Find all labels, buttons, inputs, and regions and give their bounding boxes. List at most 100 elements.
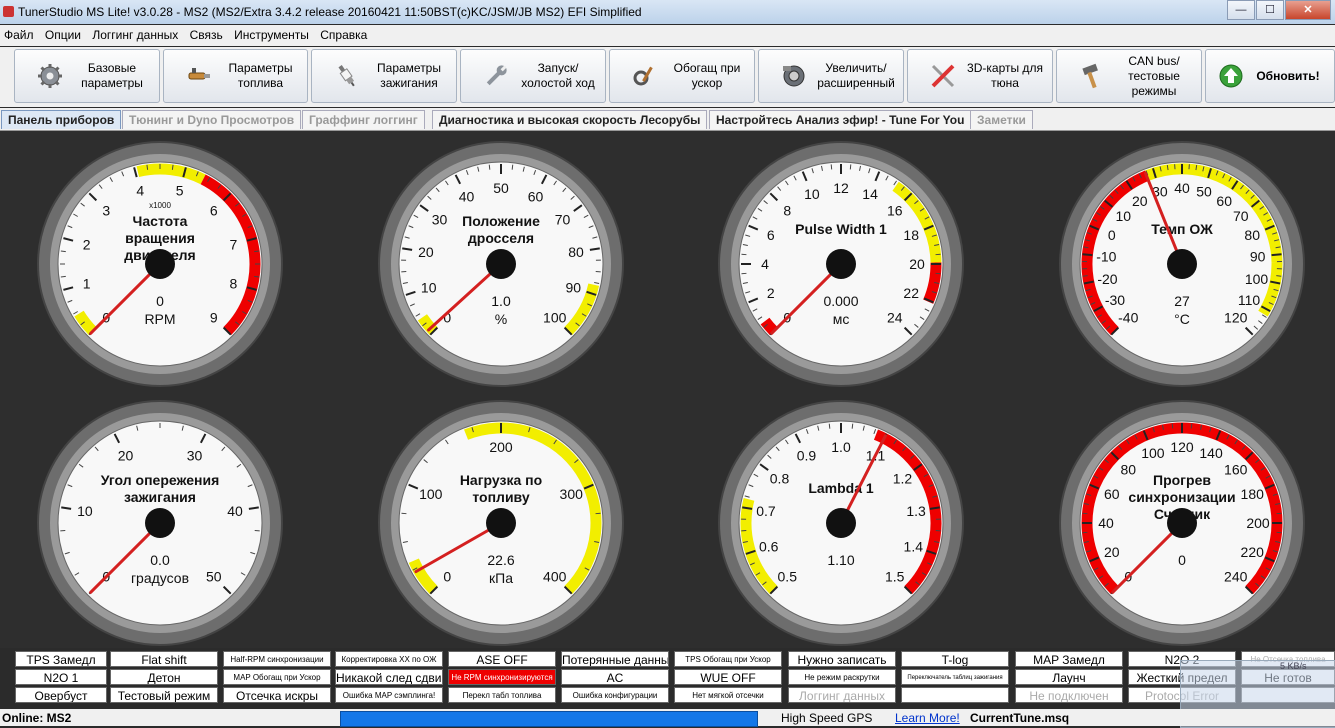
gauge-title: синхронизации [1128, 489, 1235, 505]
app-icon [3, 6, 14, 17]
gauge-minor-tick [489, 165, 490, 170]
close-button[interactable]: ✕ [1285, 0, 1331, 20]
gauge-tick-label: 30 [432, 211, 448, 227]
gauge-6: 0.50.60.70.80.91.01.11.21.31.41.5Lambda … [719, 401, 963, 645]
gauge-value: 1.10 [827, 552, 854, 568]
tab-diagnostics-loggers[interactable]: Диагностика и высокая скорость Лесорубы [432, 110, 707, 129]
startup-idle-button[interactable]: Запуск/ холостой ход [460, 49, 606, 103]
menu-datalog[interactable]: Логгинг данных [88, 25, 182, 46]
menu-help[interactable]: Справка [316, 25, 371, 46]
gauge-minor-tick [61, 251, 66, 252]
update-arrow-icon [1218, 63, 1244, 89]
ignition-settings-button[interactable]: Параметры зажигания [311, 49, 457, 103]
gauge-hub [826, 249, 856, 279]
gauge-units: мс [833, 311, 850, 327]
gauge-tick-label: 120 [1170, 439, 1194, 455]
gauge-title: топливу [472, 489, 529, 505]
tab-tuning-dyno[interactable]: Тюнинг и Dyno Просмотров [122, 110, 301, 129]
menu-file[interactable]: Файл [0, 25, 38, 46]
gauge-units: °C [1174, 311, 1190, 327]
gauge-tick-label: 80 [1244, 227, 1260, 243]
can-bus-test-button[interactable]: CAN bus/ тестовые режимы [1056, 49, 1202, 103]
gauge-tick-label: 1 [83, 276, 91, 292]
gauge-tick-label: 50 [1196, 183, 1212, 199]
menu-communications[interactable]: Связь [186, 25, 227, 46]
gauge-hub [145, 508, 175, 538]
indicator-light: Не режим раскрутки [788, 669, 896, 685]
screwdriver-icon [930, 63, 956, 89]
menu-options[interactable]: Опции [41, 25, 85, 46]
gauge-tick-label: 16 [887, 202, 903, 218]
gauge-tick-label: 100 [1245, 271, 1269, 287]
gauge-tick-label: 8 [783, 202, 791, 218]
tab-graphing-logging[interactable]: Граффинг логгинг [302, 110, 425, 129]
gauge-tick-label: 40 [459, 188, 475, 204]
gauge-value: 27 [1174, 293, 1190, 309]
learn-more-link[interactable]: Learn More! [895, 710, 960, 726]
gauge-tick-label: 30 [187, 447, 203, 463]
gauge-3: -40-30-20-100102030405060708090100110120… [1060, 142, 1304, 386]
gauge-value: 0 [156, 293, 164, 309]
gauge-hub [1167, 249, 1197, 279]
gauge-1: 0102030405060708090100Положениедросселя1… [379, 142, 623, 386]
gauge-tick-label: 0.5 [778, 569, 798, 585]
gauge-minor-tick [254, 251, 259, 252]
gauge-tick-label: 20 [1132, 193, 1148, 209]
gauge-tick-label: 60 [528, 188, 544, 204]
gauge-hub [486, 508, 516, 538]
indicator-light: Ошибка конфигурации [561, 687, 669, 703]
gauge-tick-label: 90 [565, 279, 581, 295]
gauge-value: 0 [1178, 552, 1186, 568]
gauge-value: 1.0 [491, 293, 511, 309]
gauge-tick-label: 1.5 [885, 569, 905, 585]
gauge-tick-label: 80 [1120, 461, 1136, 477]
indicator-light [901, 687, 1009, 703]
gauge-tick-label: 2 [767, 285, 775, 301]
gauge-tick-label: 180 [1241, 486, 1265, 502]
boost-advanced-button[interactable]: Увеличить/ расширенный [758, 49, 904, 103]
basic-settings-button[interactable]: Базовые параметры [14, 49, 160, 103]
gauge-title: зажигания [124, 489, 196, 505]
indicator-light: Half-RPM синхронизации [223, 651, 331, 667]
accel-enrich-button[interactable]: Обогащ при ускор [609, 49, 755, 103]
3d-tuning-maps-button[interactable]: 3D-карты для тюна [907, 49, 1053, 103]
tab-tune-analyze[interactable]: Настройтесь Анализ эфир! - Tune For You [709, 110, 971, 129]
gauge-hub [486, 249, 516, 279]
indicator-light: Тестовый режим [110, 687, 218, 703]
wrench-icon [483, 63, 509, 89]
gauge-tick-label: 70 [1233, 208, 1249, 224]
gauge-minor-tick [852, 424, 853, 429]
gauge-units: RPM [144, 311, 175, 327]
tab-dashboard[interactable]: Панель приборов [1, 110, 121, 129]
gauge-5: 0100200300400Нагрузка потопливу22.6кПа [379, 401, 623, 645]
gauge-tick-label: 240 [1224, 569, 1248, 585]
gauge-7: 020406080100120140160180200220240Прогрев… [1060, 401, 1304, 645]
gauge-tick-label: 120 [1224, 310, 1248, 326]
gauge-tick-label: 6 [767, 227, 775, 243]
gauge-value: 22.6 [487, 552, 514, 568]
gauge-tick-label: 3 [102, 202, 110, 218]
gauge-major-tick [1272, 254, 1282, 255]
gauge-tick-label: 220 [1241, 544, 1265, 560]
gauge-tick-label: 9 [210, 310, 218, 326]
tools-icon [632, 63, 658, 89]
minimize-button[interactable]: — [1227, 0, 1255, 20]
gauge-title: Темп ОЖ [1151, 221, 1213, 237]
gauge-tick-label: 0 [443, 569, 451, 585]
indicator-light: Детон [110, 669, 218, 685]
indicator-light: Лаунч [1015, 669, 1123, 685]
tab-notes[interactable]: Заметки [970, 110, 1033, 129]
update-button[interactable]: Обновить! [1205, 49, 1335, 103]
menu-tools[interactable]: Инструменты [230, 25, 313, 46]
gauge-tick-label: 20 [118, 447, 134, 463]
indicator-light: Потерянные данные [561, 651, 669, 667]
gauge-hub [1167, 508, 1197, 538]
maximize-button[interactable]: ☐ [1256, 0, 1284, 20]
gear-icon [37, 63, 63, 89]
gauge-tick-label: 22 [903, 285, 919, 301]
gauge-tick-label: -10 [1096, 249, 1116, 265]
fuel-settings-button[interactable]: Параметры топлива [163, 49, 308, 103]
gauge-title: Положение [462, 213, 540, 229]
indicator-light: MAP Обогащ при Ускор [223, 669, 331, 685]
gauge-title: Lambda 1 [808, 480, 874, 496]
